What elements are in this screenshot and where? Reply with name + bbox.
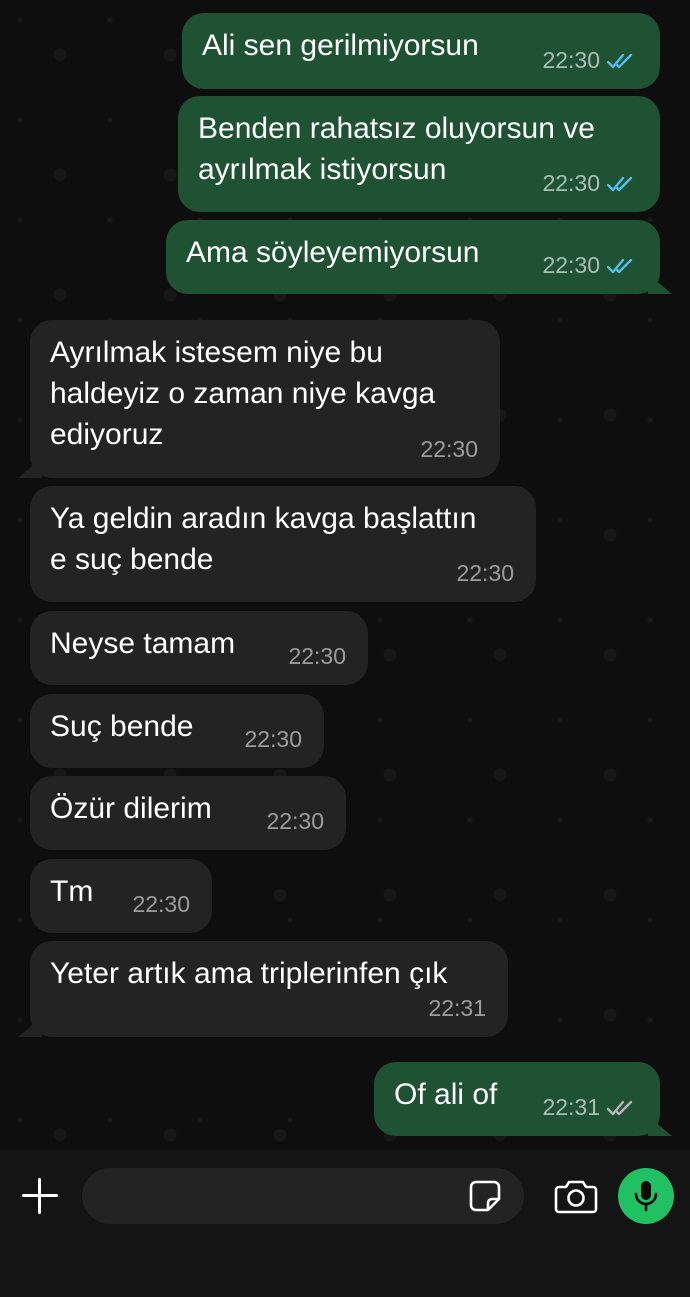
bubble-tail [648, 1116, 672, 1136]
message-meta: 22:30 [420, 429, 478, 470]
message-meta: 22:30 [244, 719, 302, 760]
message-meta: 22:30 [132, 884, 190, 925]
delivered-ticks-icon [606, 1100, 633, 1115]
message-time: 22:30 [542, 252, 600, 278]
message-text: Ya geldin aradın kavga başlattın e suç b… [50, 502, 477, 576]
bubble-tail [18, 1017, 42, 1037]
read-ticks-icon [606, 176, 633, 191]
bubble-tail [18, 458, 42, 478]
message-bubble[interactable]: Yeter artık ama triplerinfen çık 22:31 [18, 941, 508, 1037]
message-meta: 22:30 [456, 553, 514, 594]
message-time: 22:30 [456, 560, 514, 586]
message-bubble[interactable]: Suç bende 22:30 [30, 694, 324, 768]
message-time: 22:30 [420, 436, 478, 462]
message-bubble[interactable]: Ya geldin aradın kavga başlattın e suç b… [30, 486, 536, 602]
message-input-bar [0, 1150, 690, 1297]
message-meta: 22:31 [542, 1087, 638, 1128]
message-meta: 22:30 [266, 801, 324, 842]
message-time: 22:30 [266, 808, 324, 834]
voice-message-button[interactable] [618, 1168, 674, 1224]
message-bubble[interactable]: Ama söyleyemiyorsun 22:30 [166, 220, 672, 294]
message-bubble[interactable]: Neyse tamam 22:30 [30, 611, 368, 685]
camera-icon[interactable] [554, 1177, 598, 1215]
message-meta: 22:30 [288, 636, 346, 677]
microphone-icon [634, 1181, 658, 1212]
message-meta: 22:30 [542, 245, 638, 286]
message-time: 22:31 [428, 995, 486, 1021]
message-bubble[interactable]: Of ali of 22:31 [374, 1062, 672, 1136]
read-ticks-icon [606, 258, 633, 273]
message-bubble[interactable]: Ali sen gerilmiyorsun 22:30 [182, 13, 660, 89]
message-bubble[interactable]: Benden rahatsız oluyorsun ve ayrılmak is… [178, 96, 660, 212]
message-input[interactable] [82, 1168, 524, 1224]
message-time: 22:30 [288, 643, 346, 669]
message-time: 22:31 [542, 1094, 600, 1120]
message-time: 22:30 [244, 726, 302, 752]
message-bubble[interactable]: Ayrılmak istesem niye bu haldeyiz o zama… [18, 320, 500, 478]
message-time: 22:30 [542, 170, 600, 196]
sticker-icon[interactable] [468, 1179, 502, 1213]
message-text: Yeter artık ama triplerinfen çık [50, 957, 448, 990]
message-time: 22:30 [542, 47, 600, 73]
message-meta: 22:31 [428, 988, 486, 1029]
bubble-tail [648, 274, 672, 294]
attach-plus-icon[interactable] [20, 1176, 60, 1216]
message-meta: 22:30 [542, 40, 638, 81]
message-text: Ayrılmak istesem niye bu haldeyiz o zama… [50, 336, 436, 451]
message-meta: 22:30 [542, 163, 638, 204]
read-ticks-icon [606, 53, 633, 68]
message-bubble[interactable]: Özür dilerim 22:30 [30, 776, 346, 850]
message-bubble[interactable]: Tm 22:30 [30, 859, 212, 933]
message-time: 22:30 [132, 891, 190, 917]
